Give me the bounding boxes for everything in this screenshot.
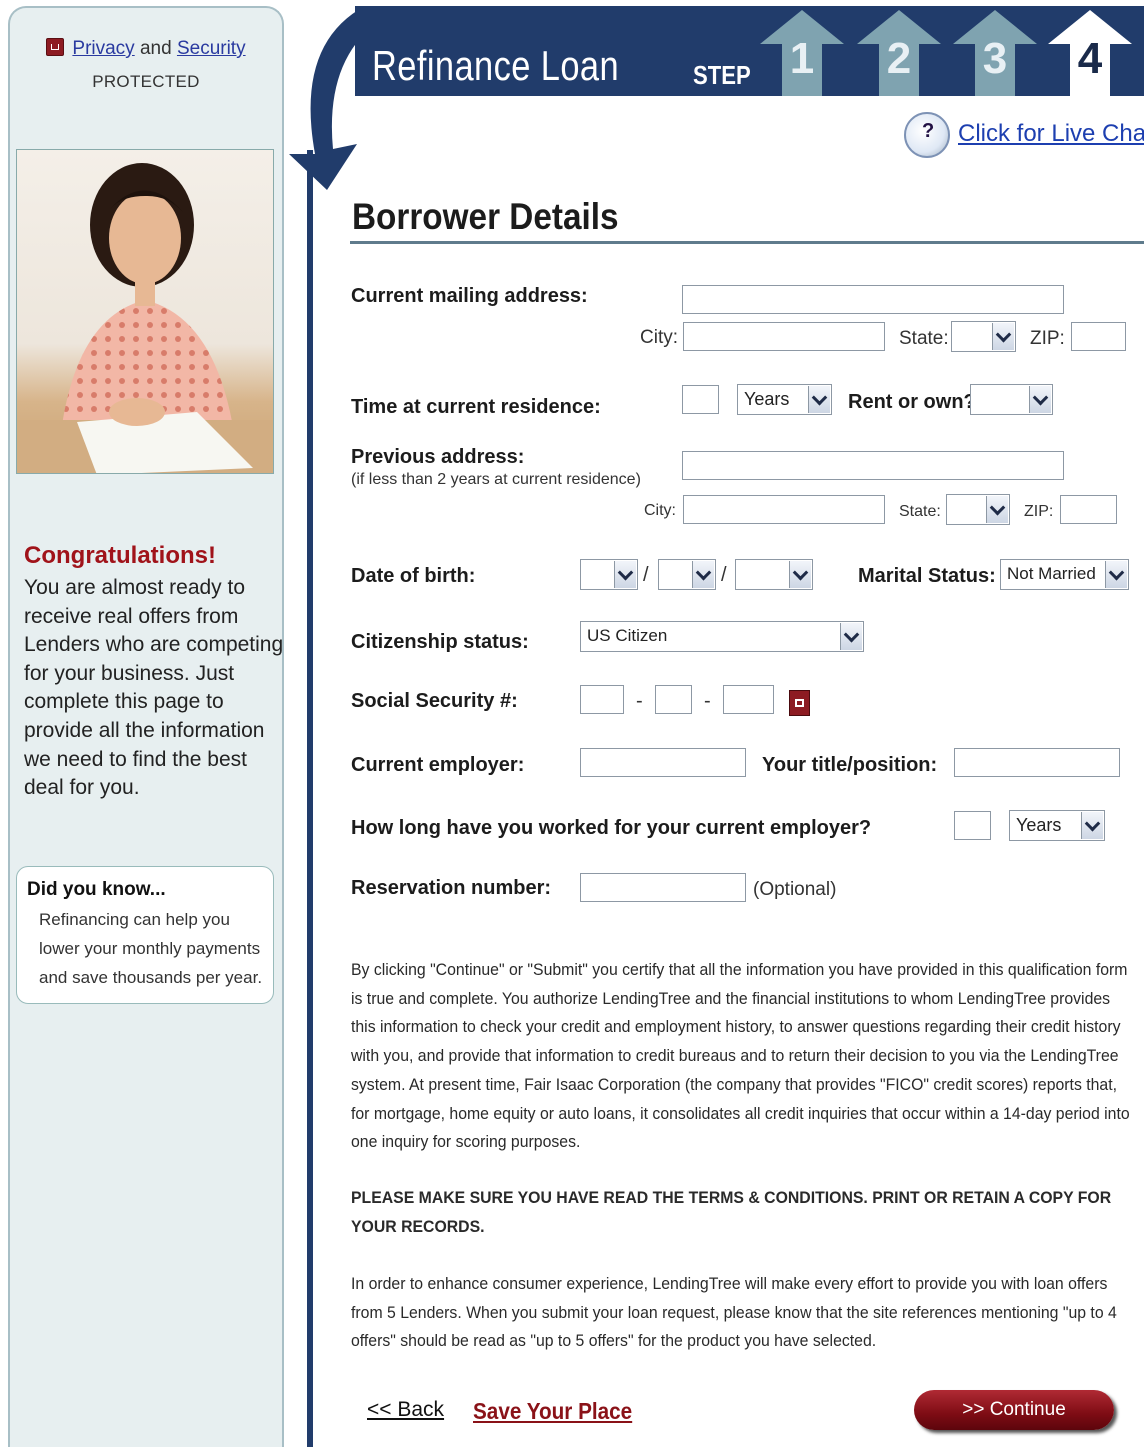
state-label: State: [899, 328, 949, 349]
dob-year-select[interactable] [735, 559, 813, 590]
residence-years-value: Years [744, 389, 790, 409]
previous-address-note: (if less than 2 years at current residen… [351, 471, 641, 488]
curved-arrow-icon [289, 6, 375, 190]
step-1-icon: 1 [758, 8, 846, 96]
ssn-separator-1: - [636, 690, 643, 712]
prev-city-label: City: [644, 502, 676, 519]
sidebar: Privacy and Security PROTECTED Congratul… [8, 6, 284, 1447]
prev-state-label: State: [899, 503, 941, 520]
step-3-icon: 3 [951, 8, 1039, 96]
rent-own-label: Rent or own? [848, 391, 976, 413]
back-link[interactable]: << Back [367, 1398, 444, 1422]
marital-select[interactable]: Not Married [1000, 559, 1129, 590]
job-title-input[interactable] [954, 748, 1120, 777]
previous-address-input[interactable] [682, 451, 1064, 480]
chevron-down-icon [992, 323, 1014, 350]
state-select[interactable] [951, 321, 1016, 352]
chevron-down-icon [986, 496, 1008, 523]
citizenship-select[interactable]: US Citizen [580, 621, 864, 652]
citizenship-value: US Citizen [587, 626, 668, 645]
dob-day-select[interactable] [658, 559, 716, 590]
woman-photo [16, 149, 274, 474]
protected-label: PROTECTED [92, 72, 200, 91]
terms-notice: PLEASE MAKE SURE YOU HAVE READ THE TERMS… [351, 1188, 1112, 1236]
mailing-address-input[interactable] [682, 285, 1064, 314]
live-chat-link[interactable]: Click for Live Chat [958, 120, 1144, 148]
employer-label: Current employer: [351, 754, 525, 776]
did-you-know-title: Did you know... [27, 879, 166, 900]
congrats-box: Congratulations! You are almost ready to… [24, 542, 286, 803]
zip-input[interactable] [1071, 322, 1126, 351]
step-2-number: 2 [886, 34, 912, 83]
prev-zip-label: ZIP: [1024, 503, 1054, 520]
marital-label: Marital Status: [858, 565, 996, 587]
dob-separator-1: / [643, 564, 649, 586]
secure-lock-icon [789, 690, 810, 716]
step-label: STEP [693, 60, 751, 90]
employment-years-select[interactable]: Years [1009, 810, 1105, 841]
ssn-part3-input[interactable] [723, 685, 774, 714]
privacy-link[interactable]: Privacy [72, 38, 134, 59]
dob-month-select[interactable] [580, 559, 638, 590]
rent-own-select[interactable] [970, 384, 1053, 415]
ssn-part2-input[interactable] [655, 685, 692, 714]
and-text: and [139, 38, 172, 59]
content-divider [307, 150, 313, 1447]
citizenship-label: Citizenship status: [351, 631, 529, 653]
did-you-know-text: Refinancing can help you lower your mont… [39, 910, 263, 987]
prev-zip-input[interactable] [1060, 495, 1117, 524]
step-3-number: 3 [982, 34, 1008, 83]
lender-offers-paragraph: In order to enhance consumer experience,… [351, 1274, 1117, 1351]
ssn-separator-2: - [704, 690, 711, 712]
prev-city-input[interactable] [683, 495, 885, 524]
certification-paragraph: By clicking "Continue" or "Submit" you c… [351, 960, 1130, 1152]
privacy-security-line: Privacy and Security [10, 38, 282, 60]
page-title: Borrower Details [352, 196, 619, 237]
page-banner-title: Refinance Loan [372, 42, 620, 89]
live-chat-icon[interactable] [904, 112, 950, 158]
security-link[interactable]: Security [177, 38, 246, 59]
residence-years-select[interactable]: Years [737, 384, 832, 415]
employment-length-label: How long have you worked for your curren… [351, 817, 872, 839]
reservation-label: Reservation number: [351, 877, 552, 899]
employment-years-value: Years [1016, 815, 1062, 835]
chevron-down-icon [1029, 386, 1051, 413]
step-1-number: 1 [789, 34, 815, 83]
chevron-down-icon [789, 561, 811, 588]
mailing-address-label: Current mailing address: [351, 285, 588, 307]
dob-separator-2: / [721, 564, 727, 586]
city-input[interactable] [683, 322, 885, 351]
dob-label: Date of birth: [351, 565, 476, 587]
city-label: City: [640, 327, 678, 348]
congrats-text: You are almost ready to receive real off… [24, 576, 284, 800]
employer-input[interactable] [580, 748, 746, 777]
chevron-down-icon [614, 561, 636, 588]
save-place-link[interactable]: Save Your Place [473, 1398, 632, 1425]
optional-note: (Optional) [753, 879, 837, 900]
marital-value: Not Married [1007, 564, 1096, 583]
time-residence-input[interactable] [682, 385, 719, 414]
title-rule [350, 241, 1144, 244]
time-residence-label: Time at current residence: [351, 396, 601, 418]
chevron-down-icon [1105, 561, 1127, 588]
zip-label: ZIP: [1030, 328, 1065, 349]
ssn-label: Social Security #: [351, 690, 518, 712]
continue-button[interactable]: >> Continue [914, 1390, 1114, 1430]
employment-length-input[interactable] [954, 811, 991, 840]
prev-state-select[interactable] [946, 494, 1010, 525]
step-2-icon: 2 [855, 8, 943, 96]
congrats-title: Congratulations! [24, 542, 216, 569]
job-title-label: Your title/position: [762, 754, 938, 776]
ssn-part1-input[interactable] [580, 685, 624, 714]
lock-icon [46, 38, 65, 56]
chevron-down-icon [1081, 812, 1103, 839]
chevron-down-icon [840, 623, 862, 650]
chevron-down-icon [808, 386, 830, 413]
step-4-number: 4 [1077, 34, 1103, 83]
step-4-icon: 4 [1046, 8, 1134, 96]
chevron-down-icon [692, 561, 714, 588]
previous-address-label: Previous address: [351, 446, 525, 468]
did-you-know-box: Did you know... Refinancing can help you… [16, 866, 274, 1004]
reservation-input[interactable] [580, 873, 746, 902]
